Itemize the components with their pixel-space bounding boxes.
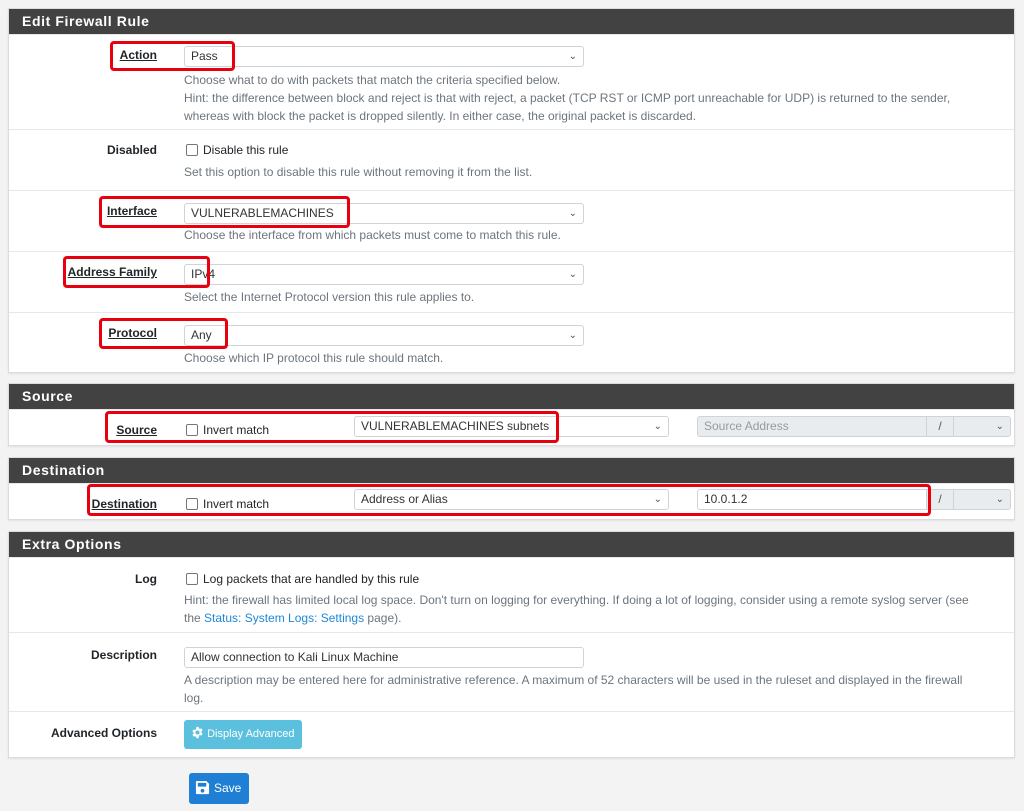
disable-rule-checkbox[interactable] — [186, 144, 198, 156]
gear-icon — [192, 726, 203, 739]
destination-mask-select[interactable]: ⌄ — [953, 489, 1011, 510]
row-action: Action Pass ⌄ Choose what to do with pac… — [9, 34, 1014, 129]
row-advanced-options: Advanced Options Display Advanced — [9, 711, 1014, 756]
description-label: Description — [90, 648, 157, 662]
log-help-post: page). — [364, 611, 402, 625]
save-label: Save — [214, 781, 242, 795]
interface-label: Interface — [106, 204, 157, 218]
chevron-down-icon: ⌄ — [995, 421, 1004, 432]
action-select-value: Pass — [191, 49, 218, 63]
disabled-help: Set this option to disable this rule wit… — [184, 165, 533, 179]
log-help: Hint: the firewall has limited local log… — [184, 591, 1004, 627]
address-family-select-value: IPv4 — [191, 267, 216, 281]
extra-options-panel: Extra Options Log Log packets that are h… — [8, 531, 1015, 758]
source-address-input[interactable]: Source Address — [697, 416, 927, 437]
log-checkbox-label: Log packets that are handled by this rul… — [203, 572, 420, 586]
system-logs-settings-link[interactable]: Status: System Logs: Settings — [204, 611, 364, 625]
row-disabled: Disabled Disable this rule Set this opti… — [9, 129, 1014, 190]
interface-select[interactable]: VULNERABLEMACHINES ⌄ — [184, 203, 584, 224]
destination-invert-label: Invert match — [203, 497, 270, 511]
action-label: Action — [119, 48, 157, 62]
log-checkbox[interactable] — [186, 573, 198, 585]
description-help: A description may be entered here for ad… — [184, 671, 1004, 707]
destination-type-value: Address or Alias — [361, 492, 448, 506]
description-value: Allow connection to Kali Linux Machine — [191, 650, 399, 664]
destination-address-value: 10.0.1.2 — [704, 492, 748, 506]
log-help-line1: Hint: the firewall has limited local log… — [184, 593, 969, 607]
chevron-down-icon: ⌄ — [653, 421, 662, 432]
chevron-down-icon: ⌄ — [995, 494, 1004, 505]
address-family-help: Select the Internet Protocol version thi… — [184, 290, 475, 304]
action-help-line1: Choose what to do with packets that matc… — [184, 73, 561, 87]
row-protocol: Protocol Any ⌄ Choose which IP protocol … — [9, 312, 1014, 372]
source-slash-addon: / — [926, 416, 954, 437]
panel-heading-source: Source — [9, 384, 1014, 409]
interface-select-value: VULNERABLEMACHINES — [191, 206, 334, 220]
address-family-select[interactable]: IPv4 ⌄ — [184, 264, 584, 285]
action-help-line3: whereas with block the packet is dropped… — [184, 109, 697, 123]
save-button[interactable]: Save — [189, 773, 250, 804]
chevron-down-icon: ⌄ — [568, 269, 577, 280]
description-input[interactable]: Allow connection to Kali Linux Machine — [184, 647, 584, 668]
log-help-line2: the Status: System Logs: Settings page). — [184, 609, 1004, 627]
row-log: Log Log packets that are handled by this… — [9, 557, 1014, 632]
row-address-family: Address Family IPv4 ⌄ Select the Interne… — [9, 251, 1014, 312]
address-family-label: Address Family — [67, 265, 157, 279]
action-select[interactable]: Pass ⌄ — [184, 46, 584, 67]
advanced-options-label: Advanced Options — [50, 726, 157, 740]
source-mask-select[interactable]: ⌄ — [953, 416, 1011, 437]
action-help: Choose what to do with packets that matc… — [184, 71, 1004, 125]
source-type-select[interactable]: VULNERABLEMACHINES subnets ⌄ — [354, 416, 669, 437]
destination-slash-addon: / — [926, 489, 954, 510]
log-label: Log — [135, 572, 157, 586]
log-help-pre: the — [184, 611, 205, 625]
interface-help: Choose the interface from which packets … — [184, 228, 561, 242]
disable-rule-checkbox-label: Disable this rule — [203, 143, 289, 157]
description-help-line2: log. — [184, 691, 204, 705]
source-panel: Source Source Invert match VULNERABLEMAC… — [8, 383, 1015, 446]
protocol-label: Protocol — [108, 326, 157, 340]
destination-type-select[interactable]: Address or Alias ⌄ — [354, 489, 669, 510]
row-source: Source Invert match VULNERABLEMACHINES s… — [9, 409, 1014, 446]
display-advanced-label: Display Advanced — [207, 728, 295, 740]
destination-invert-checkbox[interactable] — [186, 498, 198, 510]
description-help-line1: A description may be entered here for ad… — [184, 673, 963, 687]
destination-panel: Destination Destination Invert match Add… — [8, 457, 1015, 520]
panel-heading-extra-options: Extra Options — [9, 532, 1014, 557]
source-label: Source — [116, 423, 157, 437]
action-help-line2: Hint: the difference between block and r… — [184, 91, 951, 105]
row-description: Description Allow connection to Kali Lin… — [9, 632, 1014, 711]
destination-address-input[interactable]: 10.0.1.2 — [697, 489, 927, 510]
source-invert-checkbox[interactable] — [186, 424, 198, 436]
protocol-select[interactable]: Any ⌄ — [184, 325, 584, 346]
source-address-placeholder: Source Address — [704, 419, 789, 433]
chevron-down-icon: ⌄ — [568, 51, 577, 62]
row-destination: Destination Invert match Address or Alia… — [9, 483, 1014, 520]
disable-rule-checkbox-group[interactable]: Disable this rule — [186, 143, 288, 157]
row-interface: Interface VULNERABLEMACHINES ⌄ Choose th… — [9, 190, 1014, 251]
panel-heading-edit-rule: Edit Firewall Rule — [9, 9, 1014, 34]
protocol-select-value: Any — [191, 328, 212, 342]
chevron-down-icon: ⌄ — [568, 330, 577, 341]
panel-heading-destination: Destination — [9, 458, 1014, 483]
disabled-label: Disabled — [106, 143, 157, 157]
display-advanced-button[interactable]: Display Advanced — [184, 720, 302, 749]
source-invert-checkbox-group[interactable]: Invert match — [186, 423, 269, 437]
destination-invert-checkbox-group[interactable]: Invert match — [186, 497, 269, 511]
protocol-help: Choose which IP protocol this rule shoul… — [184, 351, 444, 365]
chevron-down-icon: ⌄ — [653, 494, 662, 505]
chevron-down-icon: ⌄ — [568, 208, 577, 219]
destination-label: Destination — [91, 497, 157, 511]
log-checkbox-group[interactable]: Log packets that are handled by this rul… — [186, 572, 419, 586]
edit-firewall-rule-panel: Edit Firewall Rule Action Pass ⌄ Choose … — [8, 8, 1015, 373]
source-type-value: VULNERABLEMACHINES subnets — [361, 419, 550, 433]
floppy-disk-icon — [195, 780, 210, 794]
source-invert-label: Invert match — [203, 423, 270, 437]
